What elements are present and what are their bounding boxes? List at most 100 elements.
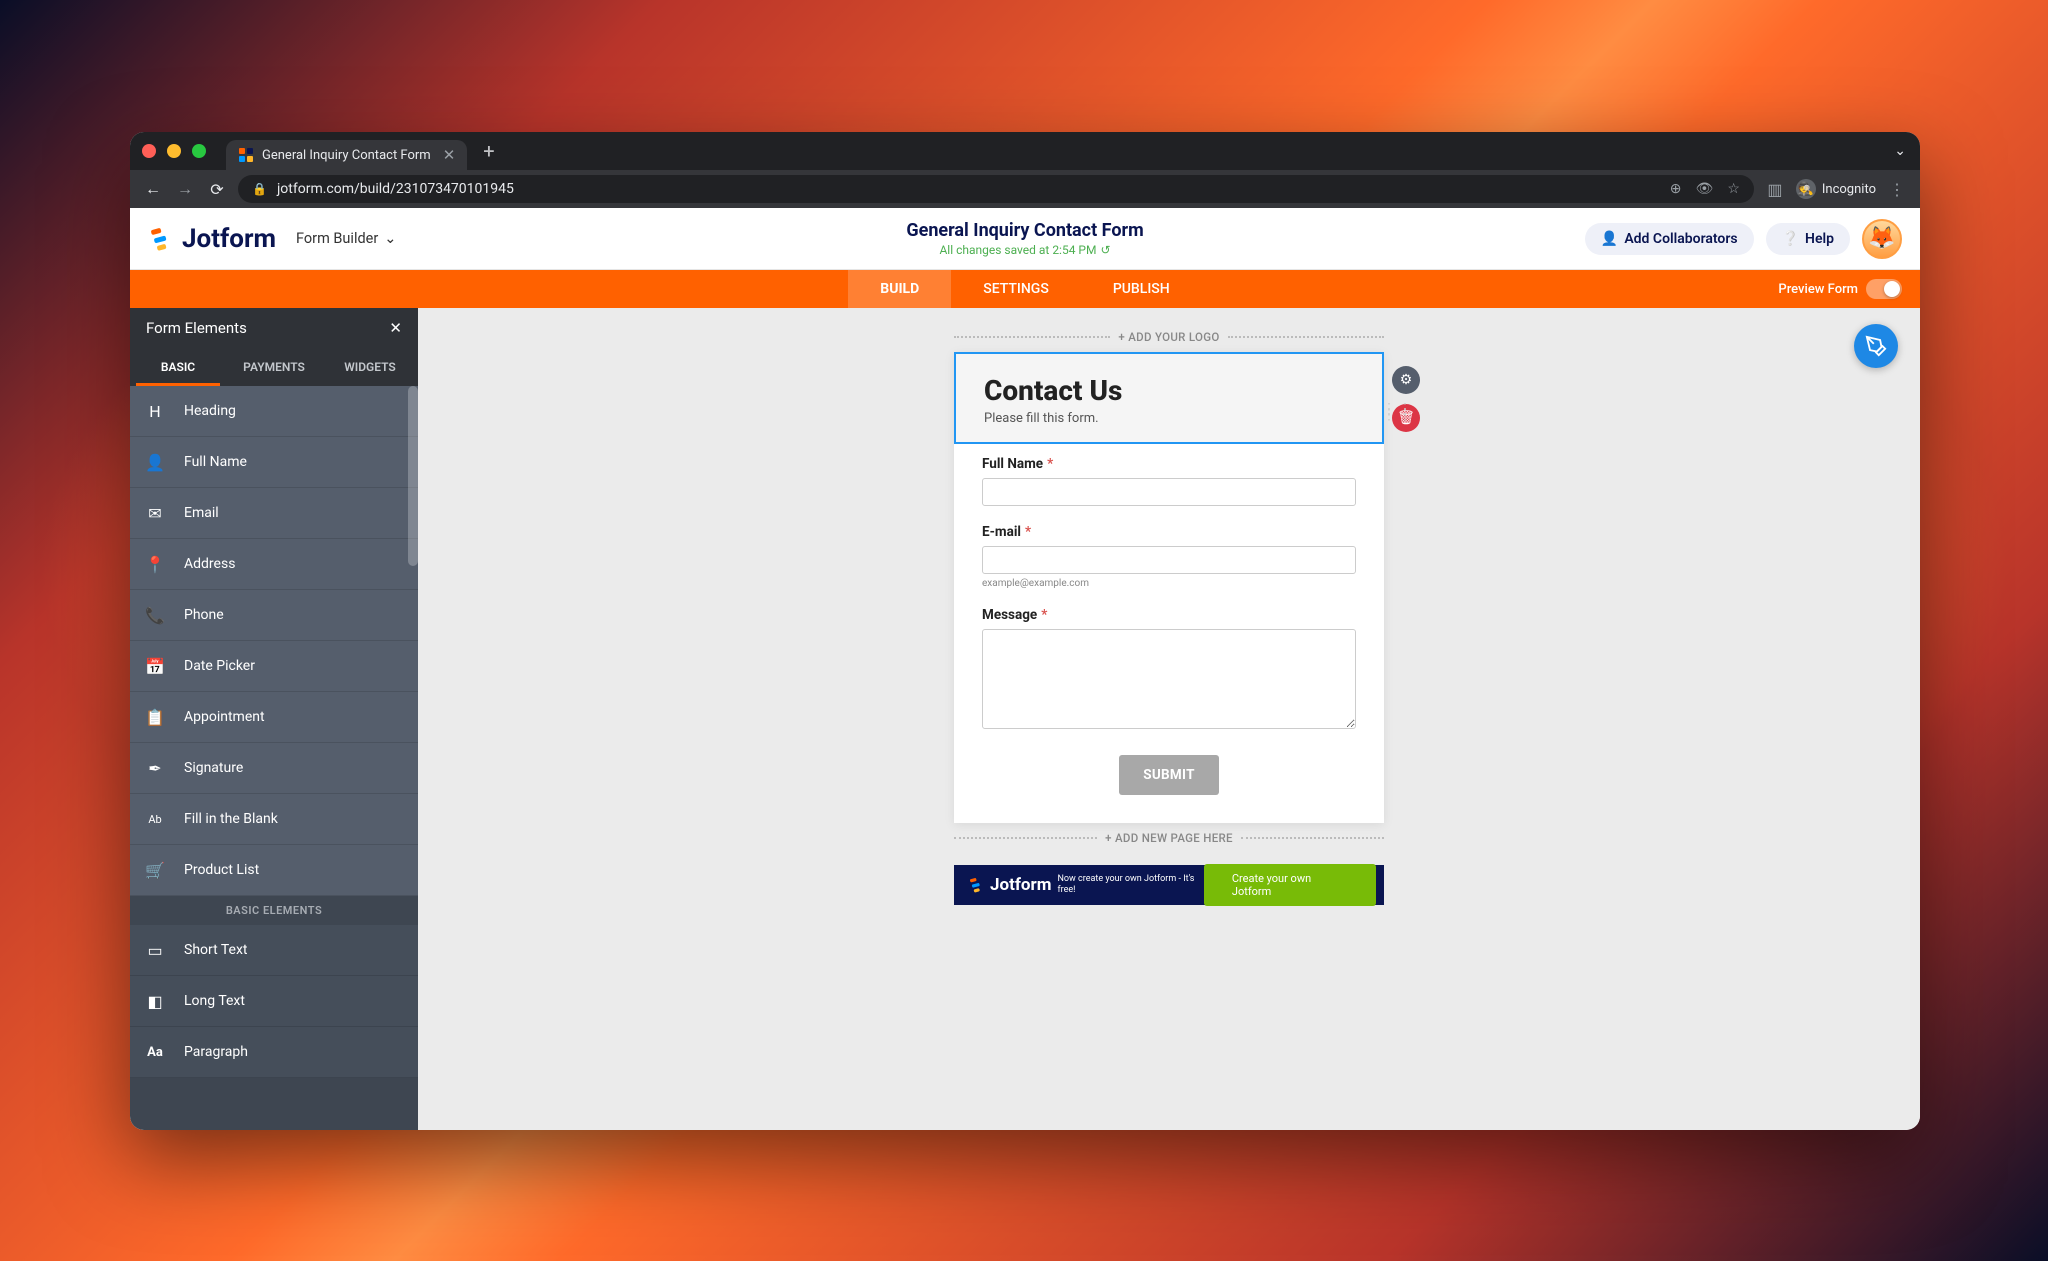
form-subheading[interactable]: Please fill this form. [984, 411, 1354, 426]
field-label: E-mail* [982, 524, 1356, 540]
email-input[interactable] [982, 546, 1356, 574]
sidebar-list[interactable]: HHeading 👤Full Name ✉Email 📍 Address 📞Pho… [130, 386, 418, 1130]
element-date-picker[interactable]: 📅Date Picker [130, 641, 418, 692]
sidebar-close-button[interactable]: ✕ [389, 319, 402, 337]
incognito-label: Incognito [1822, 182, 1876, 197]
bookmark-icon[interactable]: ☆ [1727, 181, 1740, 197]
field-label-text: E-mail [982, 524, 1021, 540]
form-builder-dropdown[interactable]: Form Builder ⌄ [296, 230, 396, 247]
incognito-badge[interactable]: 🕵 Incognito [1796, 179, 1876, 199]
window-minimize-button[interactable] [167, 144, 181, 158]
promo-brand: Jotform [990, 875, 1051, 895]
preview-form-toggle[interactable]: Preview Form [1778, 279, 1902, 299]
tab-publish[interactable]: PUBLISH [1081, 270, 1202, 308]
window-maximize-button[interactable] [192, 144, 206, 158]
phone-icon: 📞 [144, 604, 166, 626]
element-phone[interactable]: 📞Phone [130, 590, 418, 641]
add-page-label: + ADD NEW PAGE HERE [1097, 831, 1241, 845]
form-title[interactable]: General Inquiry Contact Form [906, 220, 1143, 241]
element-label: Email [184, 505, 219, 521]
field-hint: example@example.com [982, 578, 1356, 589]
field-label: Message* [982, 607, 1356, 623]
undo-icon[interactable]: ↺ [1100, 243, 1110, 257]
help-button[interactable]: ❔ Help [1766, 223, 1850, 255]
form-heading[interactable]: Contact Us [984, 374, 1354, 407]
tab-close-button[interactable]: ✕ [443, 146, 456, 164]
short-text-icon: ▭ [144, 939, 166, 961]
element-address[interactable]: 📍 Address [130, 539, 418, 590]
full-name-input[interactable] [982, 478, 1356, 506]
tab-overflow-button[interactable]: ⌄ [1894, 143, 1906, 159]
gear-icon: ⚙ [1400, 372, 1413, 388]
element-signature[interactable]: ✒Signature [130, 743, 418, 794]
calendar-icon: 📅 [144, 655, 166, 677]
browser-menu-button[interactable]: ⋮ [1886, 180, 1908, 199]
tab-settings[interactable]: SETTINGS [951, 270, 1081, 308]
element-appointment[interactable]: 📋Appointment [130, 692, 418, 743]
element-label: Address [184, 556, 235, 572]
element-label: Fill in the Blank [184, 811, 278, 827]
form-canvas[interactable]: + ADD YOUR LOGO Contact Us Please fill t… [418, 308, 1920, 1130]
submit-button[interactable]: SUBMIT [1119, 755, 1219, 795]
message-textarea[interactable] [982, 629, 1356, 729]
element-short-text[interactable]: ▭Short Text [130, 925, 418, 976]
tab-publish-label: PUBLISH [1113, 281, 1170, 297]
browser-forward-button[interactable]: → [174, 179, 196, 199]
element-long-text[interactable]: ◧Long Text [130, 976, 418, 1027]
help-label: Help [1805, 231, 1834, 247]
sidebar-tab-widgets[interactable]: WIDGETS [322, 348, 418, 386]
section-divider: BASIC ELEMENTS [130, 896, 418, 925]
add-collaborators-button[interactable]: 👤 Add Collaborators [1585, 223, 1754, 255]
window-close-button[interactable] [142, 144, 156, 158]
drag-handle[interactable]: ⋮⋮⋮⋮ [1382, 406, 1414, 418]
sidebar-tab-basic[interactable]: BASIC [130, 348, 226, 386]
promo-banner[interactable]: Jotform Now create your own Jotform - It… [954, 865, 1384, 905]
brand-name: Jotform [182, 224, 276, 254]
browser-tab-bar: General Inquiry Contact Form ✕ + ⌄ [130, 132, 1920, 170]
browser-tab[interactable]: General Inquiry Contact Form ✕ [226, 140, 467, 170]
form-field-email[interactable]: E-mail* example@example.com [982, 524, 1356, 589]
promo-logo: Jotform [968, 875, 1051, 895]
element-fill-blank[interactable]: AbFill in the Blank [130, 794, 418, 845]
form-body: Full Name* E-mail* example@example.com M… [954, 444, 1384, 823]
extensions-button[interactable]: ▥ [1764, 180, 1786, 199]
paragraph-icon: Aa [144, 1041, 166, 1063]
location-icon: 📍 [144, 553, 166, 575]
element-paragraph[interactable]: AaParagraph [130, 1027, 418, 1078]
promo-cta-button[interactable]: Create your own Jotform [1204, 864, 1376, 906]
eye-off-icon[interactable]: 👁 [1696, 181, 1714, 197]
url-bar[interactable]: 🔒 jotform.com/build/231073470101945 ⊕ 👁 … [238, 175, 1754, 203]
field-label-text: Full Name [982, 456, 1043, 472]
form-header-block[interactable]: Contact Us Please fill this form. ⚙ 🗑 ⋮⋮… [954, 352, 1384, 444]
element-heading[interactable]: HHeading [130, 386, 418, 437]
element-product-list[interactable]: 🛒Product List [130, 845, 418, 896]
form-elements-sidebar: Form Elements ✕ BASIC PAYMENTS WIDGETS H… [130, 308, 418, 1130]
window-controls[interactable] [142, 144, 206, 158]
lock-icon: 🔒 [252, 182, 267, 196]
sidebar-tab-payments[interactable]: PAYMENTS [226, 348, 322, 386]
form-field-message[interactable]: Message* [982, 607, 1356, 733]
add-logo-button[interactable]: + ADD YOUR LOGO [954, 330, 1384, 344]
browser-reload-button[interactable]: ⟳ [206, 180, 228, 199]
element-full-name[interactable]: 👤Full Name [130, 437, 418, 488]
sidebar-scrollbar[interactable] [408, 386, 418, 566]
user-avatar[interactable]: 🦊 [1862, 219, 1902, 259]
required-star: * [1041, 607, 1047, 623]
tab-build[interactable]: BUILD [848, 270, 951, 308]
save-status: All changes saved at 2:54 PM ↺ [906, 243, 1143, 257]
element-email[interactable]: ✉Email [130, 488, 418, 539]
theme-designer-button[interactable] [1854, 324, 1898, 368]
new-tab-button[interactable]: + [483, 139, 494, 163]
browser-back-button[interactable]: ← [142, 179, 164, 199]
jotform-logo[interactable]: Jotform [148, 224, 276, 254]
add-page-button[interactable]: + ADD NEW PAGE HERE [954, 831, 1384, 845]
sidebar-header: Form Elements ✕ [130, 308, 418, 348]
app-header: Jotform Form Builder ⌄ General Inquiry C… [130, 208, 1920, 270]
block-settings-button[interactable]: ⚙ [1392, 366, 1420, 394]
preview-label: Preview Form [1778, 282, 1858, 297]
sidebar-tabs: BASIC PAYMENTS WIDGETS [130, 348, 418, 386]
form-field-full-name[interactable]: Full Name* [982, 456, 1356, 506]
toggle-switch[interactable] [1866, 279, 1902, 299]
search-icon[interactable]: ⊕ [1670, 181, 1682, 197]
field-label-text: Message [982, 607, 1037, 623]
